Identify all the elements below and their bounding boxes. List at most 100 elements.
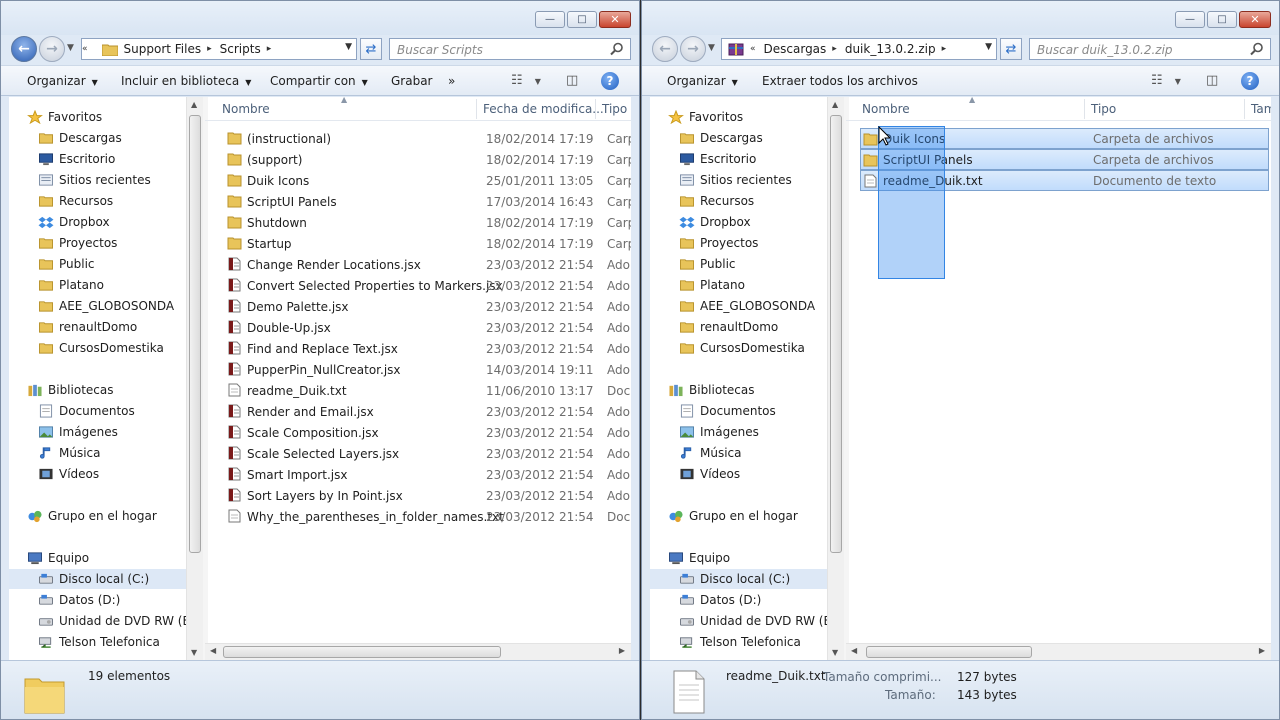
file-row[interactable]: ScriptUI Panels 17/03/2014 16:43 Carpe: [205, 191, 631, 212]
nav-item[interactable]: Vídeos: [650, 464, 827, 484]
column-header-type[interactable]: Tipo: [1091, 102, 1116, 116]
breadcrumb-chevron-icon[interactable]: ▸: [832, 44, 837, 54]
file-row[interactable]: Find and Replace Text.jsx 23/03/2012 21:5…: [205, 338, 631, 359]
nav-item[interactable]: Dropbox: [650, 212, 827, 232]
column-separator[interactable]: [476, 99, 477, 119]
file-row[interactable]: Shutdown 18/02/2014 17:19 Carpe: [205, 212, 631, 233]
address-dropdown-icon[interactable]: ▼: [985, 42, 992, 52]
nav-item[interactable]: Documentos: [650, 401, 827, 421]
scroll-thumb[interactable]: [223, 646, 501, 658]
file-row[interactable]: Why_the_parentheses_in_folder_names.txt 2…: [205, 506, 631, 527]
nav-item[interactable]: Unidad de DVD RW (E:) ': [650, 611, 827, 631]
nav-item[interactable]: Telson Telefonica: [650, 632, 827, 652]
navigation-scrollbar[interactable]: ▲ ▼: [827, 97, 844, 660]
minimize-button[interactable]: —: [535, 11, 565, 28]
breadcrumb-overflow-icon[interactable]: «: [750, 44, 756, 54]
breadcrumb-chevron-icon[interactable]: ▸: [207, 44, 212, 54]
nav-item[interactable]: Telson Telefonica: [9, 632, 186, 652]
nav-item[interactable]: Proyectos: [650, 233, 827, 253]
file-row[interactable]: Change Render Locations.jsx 23/03/2012 21…: [205, 254, 631, 275]
nav-item[interactable]: Imágenes: [9, 422, 186, 442]
refresh-button[interactable]: ⇄: [360, 38, 382, 60]
column-separator[interactable]: [1244, 99, 1245, 119]
refresh-button[interactable]: ⇄: [1000, 38, 1022, 60]
nav-item[interactable]: Platano: [9, 275, 186, 295]
title-bar[interactable]: — □ ✕ ← → ▼: [1, 1, 639, 62]
help-icon[interactable]: ?: [1241, 72, 1259, 90]
scroll-left-icon[interactable]: ◀: [851, 646, 857, 655]
scroll-thumb[interactable]: [189, 115, 201, 553]
horizontal-scrollbar[interactable]: ◀ ▶: [846, 643, 1271, 660]
scroll-down-icon[interactable]: ▼: [832, 648, 838, 657]
file-row[interactable]: Render and Email.jsx 23/03/2012 21:54 Adob: [205, 401, 631, 422]
file-row[interactable]: Startup 18/02/2014 17:19 Carpe: [205, 233, 631, 254]
minimize-button[interactable]: —: [1175, 11, 1205, 28]
file-row[interactable]: (support) 18/02/2014 17:19 Carpe: [205, 149, 631, 170]
nav-group-header[interactable]: Bibliotecas: [9, 380, 186, 400]
nav-item[interactable]: Imágenes: [650, 422, 827, 442]
nav-group-header[interactable]: Favoritos: [650, 107, 827, 127]
nav-item[interactable]: Sitios recientes: [9, 170, 186, 190]
file-row[interactable]: Duik Icons 25/01/2011 13:05 Carpe: [205, 170, 631, 191]
nav-item[interactable]: Escritorio: [9, 149, 186, 169]
nav-item[interactable]: Public: [650, 254, 827, 274]
nav-item[interactable]: Recursos: [9, 191, 186, 211]
nav-item[interactable]: Dropbox: [9, 212, 186, 232]
nav-item[interactable]: Proyectos: [9, 233, 186, 253]
nav-item[interactable]: Descargas: [650, 128, 827, 148]
nav-item[interactable]: Platano: [650, 275, 827, 295]
breadcrumb-item[interactable]: Scripts: [220, 42, 261, 56]
file-row[interactable]: Scale Composition.jsx 23/03/2012 21:54 Ado…: [205, 422, 631, 443]
nav-item[interactable]: AEE_GLOBOSONDA: [9, 296, 186, 316]
extract-all-button[interactable]: Extraer todos los archivos: [762, 74, 918, 88]
file-row[interactable]: (instructional) 18/02/2014 17:19 Carpe: [205, 128, 631, 149]
file-row[interactable]: Convert Selected Properties to Markers.j…: [205, 275, 631, 296]
nav-item[interactable]: Descargas: [9, 128, 186, 148]
preview-pane-icon[interactable]: ◫: [566, 73, 578, 88]
nav-item[interactable]: Recursos: [650, 191, 827, 211]
view-options-icon[interactable]: ☷ ▼: [1151, 73, 1181, 88]
scroll-left-icon[interactable]: ◀: [210, 646, 216, 655]
column-separator[interactable]: [1084, 99, 1085, 119]
scroll-thumb[interactable]: [830, 115, 842, 553]
nav-item[interactable]: Disco local (C:): [650, 569, 827, 589]
nav-item[interactable]: Datos (D:): [9, 590, 186, 610]
help-icon[interactable]: ?: [601, 72, 619, 90]
breadcrumb-item[interactable]: Descargas: [764, 42, 827, 56]
column-header-date[interactable]: Fecha de modifica...: [483, 102, 604, 116]
nav-group-header[interactable]: Bibliotecas: [650, 380, 827, 400]
organize-menu[interactable]: Organizar ▼: [27, 74, 98, 88]
nav-group-header[interactable]: Favoritos: [9, 107, 186, 127]
column-header-type[interactable]: Tipo: [602, 102, 627, 116]
nav-item[interactable]: Disco local (C:): [9, 569, 186, 589]
nav-item[interactable]: Unidad de DVD RW (E:) ': [9, 611, 186, 631]
file-row[interactable]: Smart Import.jsx 23/03/2012 21:54 Adob: [205, 464, 631, 485]
nav-item[interactable]: CursosDomestika: [9, 338, 186, 358]
nav-item[interactable]: Datos (D:): [650, 590, 827, 610]
close-button[interactable]: ✕: [599, 11, 631, 28]
preview-pane-icon[interactable]: ◫: [1206, 73, 1218, 88]
address-dropdown-icon[interactable]: ▼: [345, 42, 352, 52]
file-row[interactable]: readme_Duik.txt 11/06/2010 13:17 Docu: [205, 380, 631, 401]
nav-item[interactable]: Música: [9, 443, 186, 463]
close-button[interactable]: ✕: [1239, 11, 1271, 28]
scroll-right-icon[interactable]: ▶: [1259, 646, 1265, 655]
scroll-up-icon[interactable]: ▲: [832, 100, 838, 109]
column-separator[interactable]: [595, 99, 596, 119]
include-in-library-menu[interactable]: Incluir en biblioteca ▼: [121, 74, 251, 88]
file-row[interactable]: Demo Palette.jsx 23/03/2012 21:54 Adob: [205, 296, 631, 317]
burn-button[interactable]: Grabar: [391, 74, 433, 88]
nav-item[interactable]: Música: [650, 443, 827, 463]
file-row[interactable]: Double-Up.jsx 23/03/2012 21:54 Adob: [205, 317, 631, 338]
nav-group-header[interactable]: Grupo en el hogar: [650, 506, 827, 526]
nav-item[interactable]: Documentos: [9, 401, 186, 421]
file-row[interactable]: PupperPin_NullCreator.jsx 14/03/2014 19:1…: [205, 359, 631, 380]
nav-group-header[interactable]: Equipo: [9, 548, 186, 568]
maximize-button[interactable]: □: [1207, 11, 1237, 28]
nav-item[interactable]: Public: [9, 254, 186, 274]
view-options-icon[interactable]: ☷ ▼: [511, 73, 541, 88]
horizontal-scrollbar[interactable]: ◀ ▶: [205, 643, 631, 660]
column-header-name[interactable]: Nombre: [862, 102, 910, 116]
more-commands-button[interactable]: »: [448, 74, 455, 88]
scroll-thumb[interactable]: [866, 646, 1032, 658]
